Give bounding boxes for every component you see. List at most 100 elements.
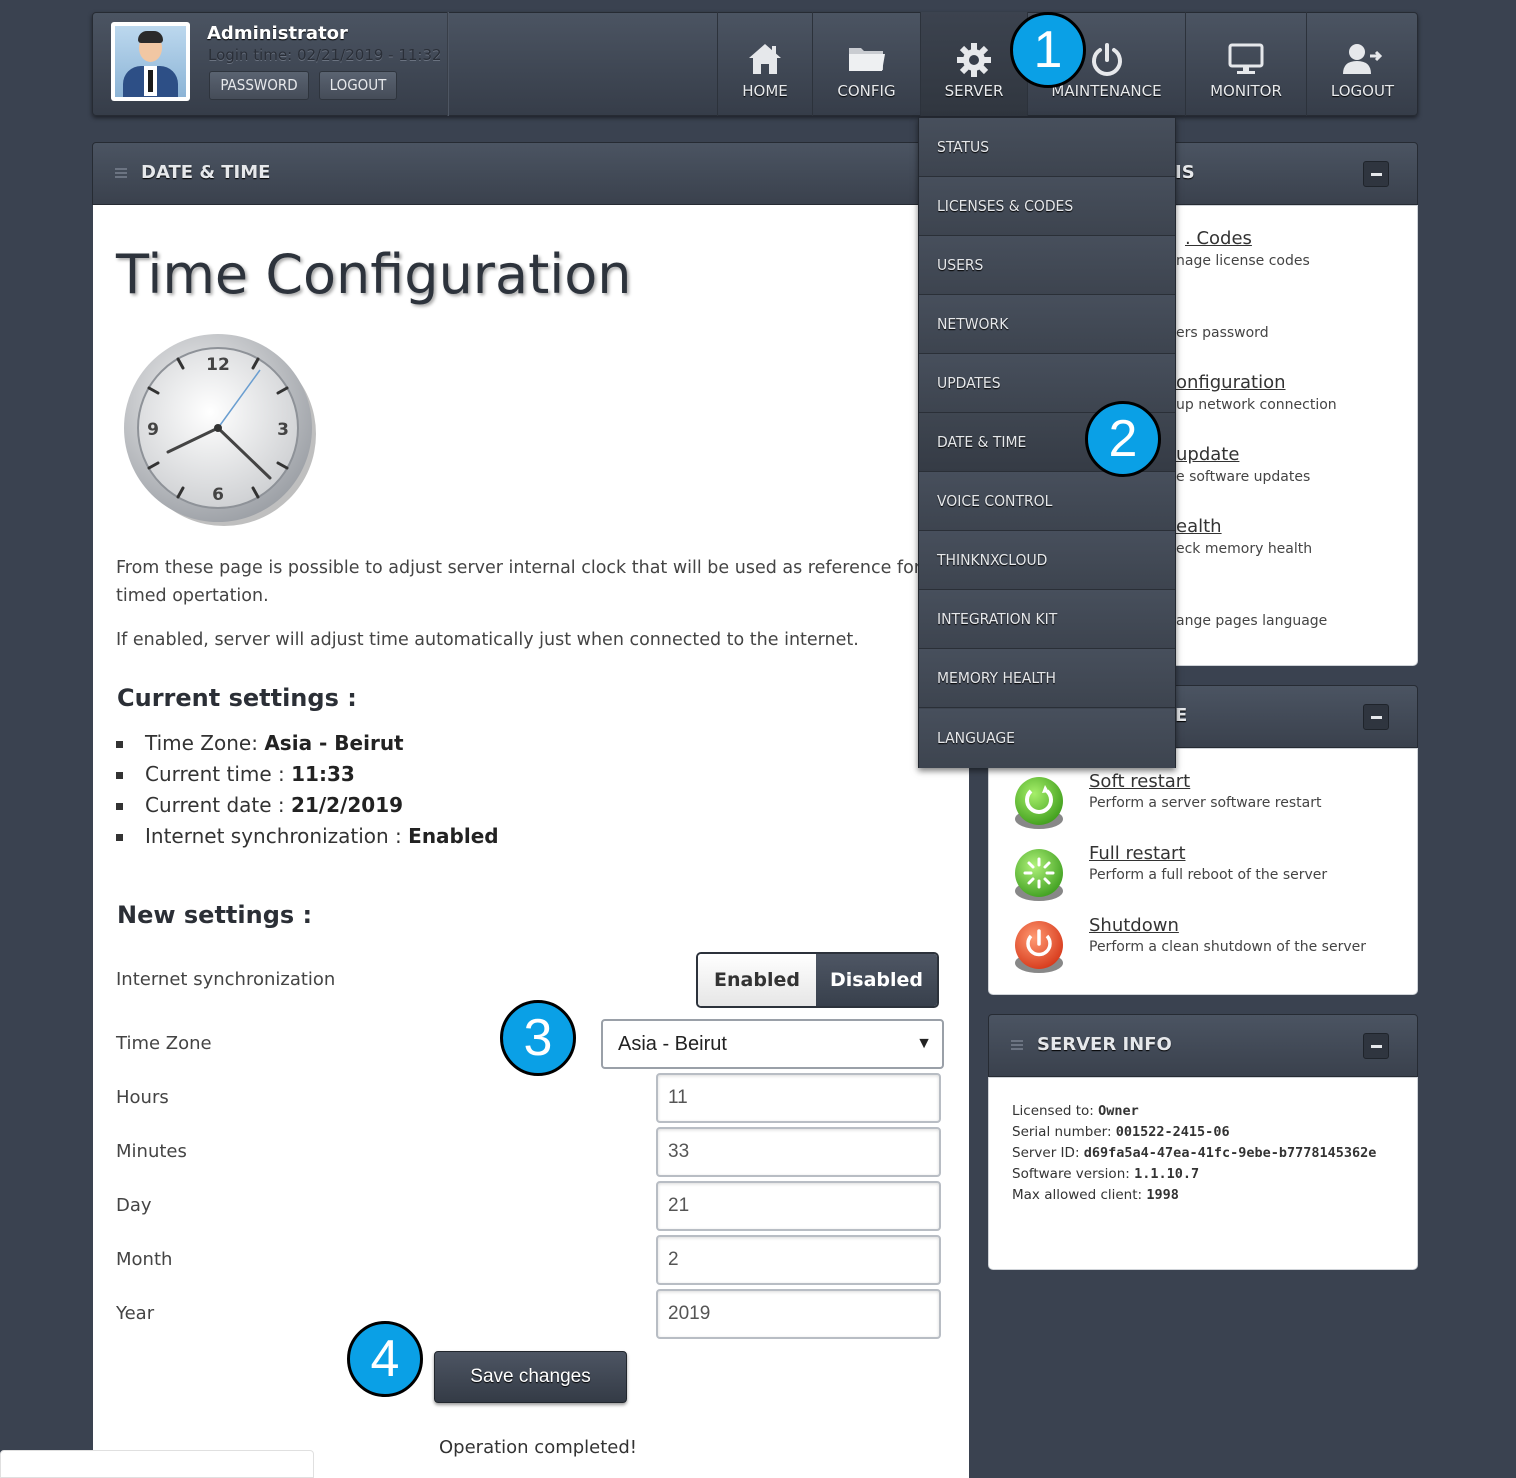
- server-info-panel-header: SERVER INFO: [988, 1014, 1418, 1077]
- drag-grip-icon[interactable]: [115, 168, 127, 180]
- server-id: Server ID: d69fa5a4-47ea-41fc-9ebe-b7778…: [1012, 1145, 1377, 1161]
- options-panel-title: IS: [1175, 162, 1195, 183]
- sync-enabled-option[interactable]: Enabled: [698, 954, 816, 1006]
- callout-3: 3: [500, 1000, 576, 1076]
- clock-number-6: 6: [212, 485, 224, 505]
- nav-monitor[interactable]: MONITOR: [1185, 12, 1306, 116]
- save-changes-button[interactable]: Save changes: [434, 1351, 627, 1403]
- login-time: Login time: 02/21/2019 - 11:32: [208, 46, 442, 64]
- year-input[interactable]: 2019: [656, 1289, 941, 1339]
- minimize-icon[interactable]: [1363, 1033, 1389, 1059]
- memory-health-link[interactable]: ealth: [1176, 516, 1222, 537]
- licenses-link[interactable]: . Codes: [1185, 228, 1252, 249]
- date-time-panel-header: DATE & TIME: [92, 142, 970, 205]
- minutes-input[interactable]: 33: [656, 1127, 941, 1177]
- panel-title: DATE & TIME: [141, 162, 271, 183]
- menu-item-voice-control[interactable]: VOICE CONTROL: [919, 472, 1175, 531]
- timezone-selected: Asia - Beirut: [618, 1033, 727, 1055]
- hours-input[interactable]: 11: [656, 1073, 941, 1123]
- password-button[interactable]: PASSWORD: [209, 71, 309, 100]
- power-icon: [1091, 43, 1122, 76]
- menu-item-thinknxcloud[interactable]: THINKNXCLOUD: [919, 531, 1175, 590]
- full-restart-desc: Perform a full reboot of the server: [1089, 867, 1328, 883]
- menu-item-users[interactable]: USERS: [919, 236, 1175, 295]
- menu-item-language[interactable]: LANGUAGE: [919, 709, 1175, 768]
- shutdown-link[interactable]: Shutdown: [1089, 915, 1179, 936]
- nav-server[interactable]: SERVER: [920, 12, 1027, 116]
- folder-icon: [848, 48, 885, 71]
- current-sync: Internet synchronization : Enabled: [116, 821, 499, 852]
- memory-health-desc: eck memory health: [1176, 541, 1313, 557]
- clock-icon: 12 3 6 9: [124, 334, 316, 526]
- licenses-desc: nage license codes: [1176, 253, 1310, 269]
- users-desc: ers password: [1176, 325, 1269, 341]
- monitor-icon: [1228, 43, 1264, 74]
- server-info-title: SERVER INFO: [1037, 1034, 1172, 1055]
- drag-grip-icon[interactable]: [1011, 1040, 1023, 1052]
- menu-item-licenses-codes[interactable]: LICENSES & CODES: [919, 177, 1175, 236]
- update-link[interactable]: update: [1176, 444, 1239, 465]
- gear-icon: [957, 43, 991, 77]
- home-icon: [749, 44, 781, 74]
- nav-home[interactable]: HOME: [717, 12, 812, 116]
- sync-label: Internet synchronization: [116, 969, 336, 990]
- language-desc: ange pages language: [1176, 613, 1328, 629]
- hours-label: Hours: [116, 1087, 169, 1108]
- serial-number: Serial number: 001522-2415-06: [1012, 1124, 1230, 1140]
- nav-logout-label: LOGOUT: [1330, 82, 1395, 100]
- menu-item-network[interactable]: NETWORK: [919, 295, 1175, 354]
- avatar: [111, 22, 190, 101]
- menu-item-memory-health[interactable]: MEMORY HEALTH: [919, 649, 1175, 708]
- day-label: Day: [116, 1195, 152, 1216]
- bottom-left-overlay: [0, 1450, 314, 1478]
- description-line-1: From these page is possible to adjust se…: [116, 558, 947, 578]
- year-label: Year: [116, 1303, 155, 1324]
- nav-monitor-label: MONITOR: [1210, 82, 1282, 100]
- description-line-2: timed opertation.: [116, 586, 269, 606]
- maintenance-panel-title: E: [1175, 705, 1188, 726]
- month-label: Month: [116, 1249, 173, 1270]
- callout-2: 2: [1085, 401, 1161, 477]
- nav-config[interactable]: CONFIG: [812, 12, 920, 116]
- full-restart-icon[interactable]: [1011, 847, 1067, 903]
- current-tz: Time Zone: Asia - Beirut: [116, 728, 499, 759]
- soft-restart-desc: Perform a server software restart: [1089, 795, 1322, 811]
- nav-home-label: HOME: [742, 82, 788, 100]
- month-input[interactable]: 2: [656, 1235, 941, 1285]
- timezone-select[interactable]: Asia - Beirut ▼: [601, 1019, 944, 1069]
- shutdown-desc: Perform a clean shutdown of the server: [1089, 939, 1366, 955]
- clock-number-9: 9: [147, 420, 159, 440]
- network-link[interactable]: onfiguration: [1176, 372, 1286, 393]
- day-input[interactable]: 21: [656, 1181, 941, 1231]
- current-date: Current date : 21/2/2019: [116, 790, 499, 821]
- minutes-label: Minutes: [116, 1141, 187, 1162]
- minimize-icon[interactable]: [1363, 704, 1389, 730]
- current-settings-heading: Current settings :: [117, 684, 357, 712]
- nav-server-label: SERVER: [944, 82, 1004, 100]
- nav-logout[interactable]: LOGOUT: [1306, 12, 1418, 116]
- network-desc: up network connection: [1176, 397, 1337, 413]
- user-logout-button[interactable]: LOGOUT: [319, 71, 397, 100]
- software-version: Software version: 1.1.10.7: [1012, 1166, 1200, 1182]
- menu-item-status[interactable]: STATUS: [919, 118, 1175, 177]
- user-name: Administrator: [207, 23, 348, 44]
- shutdown-icon[interactable]: [1011, 919, 1067, 975]
- user-logout-icon: [1342, 44, 1382, 74]
- sync-toggle: Enabled Disabled: [696, 952, 939, 1008]
- dropdown-arrow-icon: ▼: [916, 1035, 932, 1052]
- minimize-icon[interactable]: [1363, 161, 1389, 187]
- menu-item-integration-kit[interactable]: INTEGRATION KIT: [919, 590, 1175, 649]
- soft-restart-icon[interactable]: [1011, 775, 1067, 831]
- new-settings-heading: New settings :: [117, 901, 313, 929]
- soft-restart-link[interactable]: Soft restart: [1089, 771, 1190, 792]
- full-restart-link[interactable]: Full restart: [1089, 843, 1186, 864]
- current-time: Current time : 11:33: [116, 759, 499, 790]
- page-title: Time Configuration: [116, 243, 632, 306]
- top-divider: [447, 12, 449, 116]
- clock-number-12: 12: [206, 355, 230, 375]
- nav-config-label: CONFIG: [837, 82, 896, 100]
- licensed-to: Licensed to: Owner: [1012, 1103, 1139, 1119]
- operation-status: Operation completed!: [439, 1437, 638, 1458]
- current-settings-list: Time Zone: Asia - Beirut Current time : …: [116, 728, 499, 852]
- sync-disabled-option[interactable]: Disabled: [816, 954, 937, 1006]
